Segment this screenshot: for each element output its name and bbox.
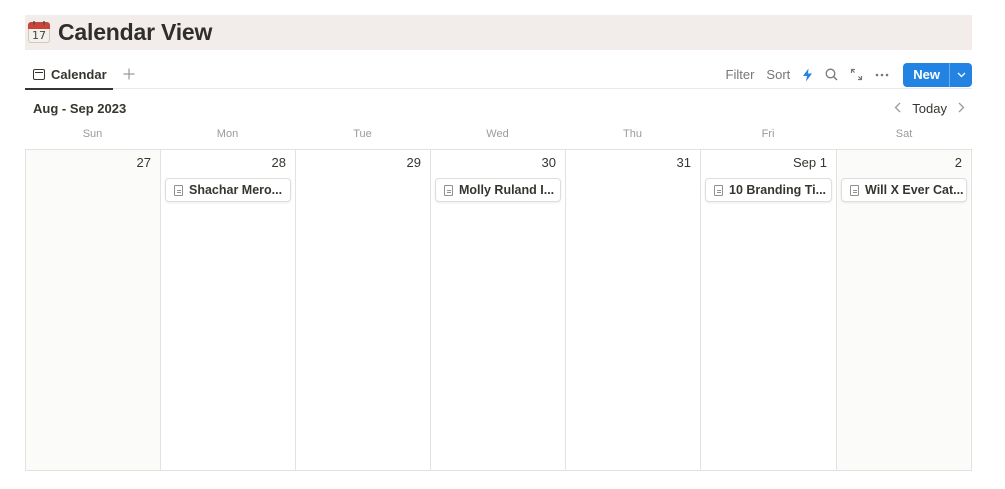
weekday-label: Fri <box>761 128 775 140</box>
day-number: 30 <box>541 155 556 170</box>
more-button[interactable] <box>875 73 889 77</box>
weekday-label: Wed <box>486 128 509 140</box>
page-icon <box>850 184 859 196</box>
sort-button[interactable]: Sort <box>766 67 790 82</box>
expand-icon <box>851 68 863 81</box>
next-button[interactable] <box>951 97 972 119</box>
event-card[interactable]: Molly Ruland I... <box>435 178 561 202</box>
automation-button[interactable] <box>802 68 813 82</box>
event-title: Molly Ruland I... <box>459 183 555 197</box>
page-icon <box>174 184 183 196</box>
event-card[interactable]: Shachar Mero... <box>165 178 291 202</box>
day-cell[interactable]: Sep 1 10 Branding Ti... <box>701 150 837 470</box>
view-tabbar: Calendar Filter Sort New <box>25 60 972 90</box>
chevron-right-icon <box>958 102 965 113</box>
day-number: 2 <box>954 155 962 170</box>
page-icon <box>444 184 453 196</box>
tab-calendar[interactable]: Calendar <box>25 60 113 90</box>
event-title: Shachar Mero... <box>189 183 283 197</box>
day-cell[interactable]: 30 Molly Ruland I... <box>431 150 566 470</box>
calendar-week-grid: 27 28 Shachar Mero... 29 30 Molly Ruland… <box>25 149 972 471</box>
weekday-label: Tue <box>353 128 372 140</box>
add-view-button[interactable] <box>123 65 135 83</box>
page-title[interactable]: Calendar View <box>58 19 212 46</box>
calendar-emoji-day: 17 <box>28 28 50 43</box>
search-button[interactable] <box>825 68 838 81</box>
view-toolbar: Filter Sort New <box>726 60 972 89</box>
more-icon <box>875 73 889 76</box>
day-number: 31 <box>676 155 691 170</box>
today-button[interactable]: Today <box>908 101 951 116</box>
calendar-range-row: Aug - Sep 2023 Today <box>25 97 972 119</box>
event-title: Will X Ever Cat... <box>865 183 964 197</box>
page-header: 17 Calendar View <box>25 15 972 50</box>
expand-button[interactable] <box>850 68 863 81</box>
filter-button[interactable]: Filter <box>726 67 755 82</box>
day-cell[interactable]: 28 Shachar Mero... <box>161 150 296 470</box>
day-cell[interactable]: 2 Will X Ever Cat... <box>837 150 971 470</box>
chevron-left-icon <box>894 102 901 113</box>
calendar-nav: Today <box>887 97 972 119</box>
tab-calendar-label: Calendar <box>51 66 107 82</box>
event-card[interactable]: 10 Branding Ti... <box>705 178 832 202</box>
day-cell[interactable]: 31 <box>566 150 701 470</box>
page-icon <box>714 184 723 196</box>
day-number: Sep 1 <box>793 155 827 170</box>
new-button-group: New <box>903 62 972 87</box>
day-number: 27 <box>136 155 151 170</box>
calendar-emoji-icon: 17 <box>28 20 52 45</box>
day-number: 29 <box>406 155 421 170</box>
weekday-label: Mon <box>216 128 239 140</box>
weekday-label: Thu <box>623 128 642 140</box>
day-cell[interactable]: 27 <box>26 150 161 470</box>
event-title: 10 Branding Ti... <box>729 183 827 197</box>
new-options-button[interactable] <box>950 63 972 87</box>
month-range-label: Aug - Sep 2023 <box>33 100 127 116</box>
day-number: 28 <box>271 155 286 170</box>
previous-button[interactable] <box>887 97 908 119</box>
plus-icon <box>123 68 135 80</box>
new-button[interactable]: New <box>903 63 949 87</box>
event-card[interactable]: Will X Ever Cat... <box>841 178 967 202</box>
weekday-header: Sun Mon Tue Wed Thu Fri Sat <box>25 124 972 144</box>
weekday-label: Sat <box>895 128 913 140</box>
lightning-icon <box>803 68 813 81</box>
search-icon <box>825 68 838 81</box>
weekday-label: Sun <box>82 128 103 140</box>
calendar-icon <box>33 68 45 80</box>
chevron-down-icon <box>957 72 965 77</box>
day-cell[interactable]: 29 <box>296 150 431 470</box>
